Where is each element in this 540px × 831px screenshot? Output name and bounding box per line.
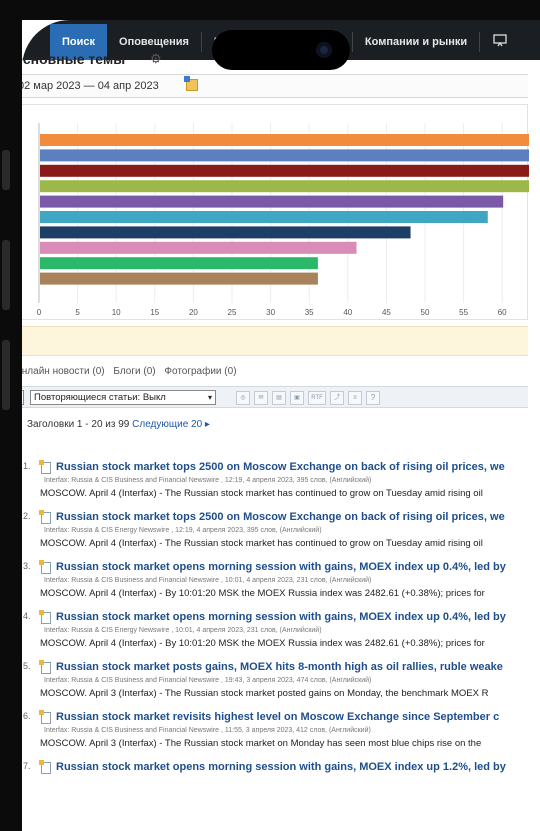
- bar[interactable]: [40, 134, 529, 146]
- article-number: 6.: [23, 711, 31, 721]
- article-snippet: MOSCOW. April 3 (Interfax) - The Russian…: [40, 688, 489, 699]
- date-range-bar: 02 мар 2023 — 04 апр 2023: [8, 74, 528, 98]
- date-range-text[interactable]: 02 мар 2023 — 04 апр 2023: [18, 80, 159, 92]
- article-snippet: MOSCOW. April 3 (Interfax) - The Russian…: [40, 738, 482, 749]
- chevron-down-icon: ▾: [207, 393, 212, 402]
- tab-online-news[interactable]: Онлайн новости (0): [14, 366, 105, 377]
- article-meta: Interfax: Russia & CIS Business and Fina…: [44, 577, 372, 584]
- x-tick-label: 5: [75, 308, 80, 317]
- help-button[interactable]: ?: [366, 391, 380, 405]
- rss-icon[interactable]: ◎: [236, 391, 250, 405]
- document-icon: [39, 660, 51, 674]
- x-tick-label: 35: [305, 308, 314, 317]
- article-number: 4.: [23, 611, 31, 621]
- article-checkbox[interactable]: [11, 663, 21, 673]
- article-title[interactable]: Russian stock market tops 2500 on Moscow…: [56, 461, 505, 473]
- article-snippet: MOSCOW. April 4 (Interfax) - The Russian…: [40, 488, 483, 499]
- bezel: [0, 0, 540, 20]
- x-tick-label: 15: [150, 308, 159, 317]
- article-checkbox[interactable]: [11, 713, 21, 723]
- nav-companies-markets[interactable]: Компании и рынки: [353, 24, 479, 60]
- headline-count-text: Заголовки 1 - 20 из 99: [27, 419, 130, 430]
- article-number: 7.: [23, 761, 31, 771]
- article-meta: Interfax: Russia & CIS Business and Fina…: [44, 727, 371, 734]
- article-title[interactable]: Russian stock market revisits highest le…: [56, 711, 499, 723]
- article-title[interactable]: Russian stock market opens morning sessi…: [56, 761, 506, 773]
- source-tabs: Онлайн новости (0) Блоги (0) Фотографии …: [14, 366, 243, 377]
- next-page-link[interactable]: Следующие 20 ▸: [132, 419, 210, 430]
- article-title[interactable]: Russian stock market opens morning sessi…: [56, 561, 506, 573]
- email-icon[interactable]: ✉: [254, 391, 268, 405]
- print-icon[interactable]: ▤: [272, 391, 286, 405]
- results-toolbar: ▾ Повторяющиеся статьи: Выкл ▾ ◎ ✉ ▤ ▣ R…: [8, 386, 528, 408]
- tab-blogs[interactable]: Блоги (0): [113, 366, 155, 377]
- export-icon[interactable]: [480, 24, 520, 60]
- x-tick-label: 55: [459, 308, 468, 317]
- document-icon: [39, 710, 51, 724]
- x-tick-label: 20: [189, 308, 198, 317]
- rtf-button[interactable]: RTF: [308, 391, 326, 405]
- document-icon: [39, 760, 51, 774]
- info-band: [8, 326, 528, 356]
- article-checkbox[interactable]: [11, 513, 21, 523]
- tab-photos[interactable]: Фотографии (0): [164, 366, 236, 377]
- duplicates-select[interactable]: Повторяющиеся статьи: Выкл ▾: [30, 390, 216, 405]
- bar[interactable]: [40, 272, 318, 285]
- gear-icon[interactable]: ⚙: [150, 51, 162, 67]
- article-meta: Interfax: Russia & CIS Energy Newswire ,…: [44, 627, 322, 634]
- document-icon: [39, 510, 51, 524]
- bar[interactable]: [40, 211, 488, 223]
- article-title[interactable]: Russian stock market tops 2500 on Moscow…: [56, 511, 505, 523]
- chart-svg: 0 5 10 15 20 25 30 35 40 45 50 55 60: [37, 123, 529, 317]
- document-icon: [39, 610, 51, 624]
- article-meta: Interfax: Russia & CIS Business and Fina…: [44, 677, 372, 684]
- x-tick-label: 25: [228, 308, 237, 317]
- save-icon[interactable]: ▣: [290, 391, 304, 405]
- x-tick-label: 40: [343, 308, 352, 317]
- article-title[interactable]: Russian stock market posts gains, MOEX h…: [56, 661, 503, 673]
- x-tick-label: 10: [112, 308, 121, 317]
- article-checkbox[interactable]: [11, 463, 21, 473]
- x-tick-label: 45: [382, 308, 391, 317]
- article-meta: Interfax: Russia & CIS Energy Newswire ,…: [44, 527, 322, 534]
- bar[interactable]: [40, 164, 529, 177]
- bar[interactable]: [40, 226, 411, 239]
- bar[interactable]: [40, 195, 504, 208]
- x-tick-label: 30: [266, 308, 275, 317]
- pdf-icon[interactable]: ⤴: [330, 391, 344, 405]
- document-icon: [39, 460, 51, 474]
- view-select[interactable]: ▾: [10, 390, 24, 405]
- bar[interactable]: [40, 149, 529, 162]
- bar[interactable]: [40, 180, 529, 193]
- calendar-icon[interactable]: [184, 76, 198, 91]
- article-checkbox[interactable]: [11, 613, 21, 623]
- next-page-label: Следующие 20: [132, 419, 203, 430]
- duplicates-select-label: Повторяющиеся статьи: Выкл: [34, 392, 166, 403]
- nav-item-partial[interactable]: Р: [202, 24, 352, 60]
- document-icon: [39, 560, 51, 574]
- article-title[interactable]: Russian stock market opens morning sessi…: [56, 611, 506, 623]
- bar[interactable]: [40, 257, 318, 270]
- article-number: 1.: [23, 461, 31, 471]
- article-number: 2.: [23, 511, 31, 521]
- article-checkbox[interactable]: [11, 563, 21, 573]
- x-tick-label: 60: [498, 308, 507, 317]
- headline-count: Заголовки 1 - 20 из 99 Следующие 20 ▸: [12, 418, 210, 430]
- list-icon[interactable]: ≡: [348, 391, 362, 405]
- article-checkbox[interactable]: [11, 763, 21, 773]
- article-snippet: MOSCOW. April 4 (Interfax) - The Russian…: [40, 538, 483, 549]
- bar[interactable]: [40, 241, 357, 254]
- x-tick-label: 0: [37, 308, 42, 317]
- x-tick-label: 50: [421, 308, 430, 317]
- topics-chart: 0 5 10 15 20 25 30 35 40 45 50 55 60: [8, 104, 529, 320]
- article-number: 5.: [23, 661, 31, 671]
- article-snippet: MOSCOW. April 4 (Interfax) - By 10:01:20…: [40, 638, 485, 649]
- article-meta: Interfax: Russia & CIS Business and Fina…: [44, 477, 372, 484]
- select-all-checkbox[interactable]: [12, 418, 22, 428]
- article-snippet: MOSCOW. April 4 (Interfax) - By 10:01:20…: [40, 588, 485, 599]
- article-number: 3.: [23, 561, 31, 571]
- section-title: Основные темы: [12, 51, 126, 67]
